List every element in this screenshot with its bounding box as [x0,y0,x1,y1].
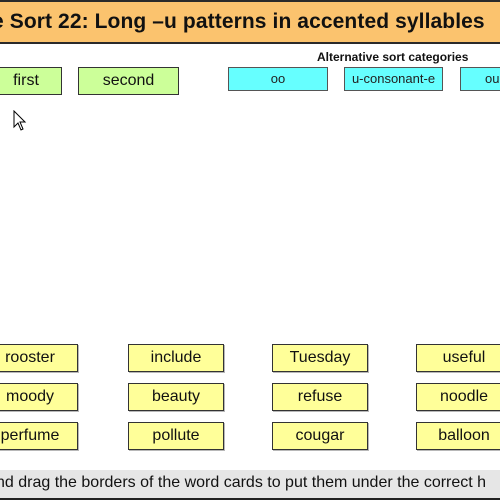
title-bar: e Sort 22: Long –u patterns in accented … [0,0,500,44]
word-card[interactable]: Tuesday [272,344,368,372]
page-title: e Sort 22: Long –u patterns in accented … [0,10,485,33]
word-card[interactable]: perfume [0,422,78,450]
word-card[interactable]: moody [0,383,78,411]
alternative-categories-label: Alternative sort categories [317,50,469,64]
word-card[interactable]: cougar [272,422,368,450]
word-card[interactable]: beauty [128,383,224,411]
word-card[interactable]: pollute [128,422,224,450]
alt-category-ou[interactable]: ou [460,67,500,91]
word-card[interactable]: refuse [272,383,368,411]
word-card[interactable]: useful [416,344,500,372]
instructions-bar: nd drag the borders of the word cards to… [0,470,500,500]
word-card[interactable]: balloon [416,422,500,450]
instructions-text: nd drag the borders of the word cards to… [0,474,487,491]
word-card[interactable]: noodle [416,383,500,411]
alt-category-oo[interactable]: oo [228,67,328,91]
category-card-second[interactable]: second [78,67,179,95]
mouse-cursor-icon [13,110,27,131]
category-card-first[interactable]: first [0,67,62,95]
alt-category-u-consonant-e[interactable]: u-consonant-e [344,67,443,91]
word-card[interactable]: include [128,344,224,372]
word-card[interactable]: rooster [0,344,78,372]
